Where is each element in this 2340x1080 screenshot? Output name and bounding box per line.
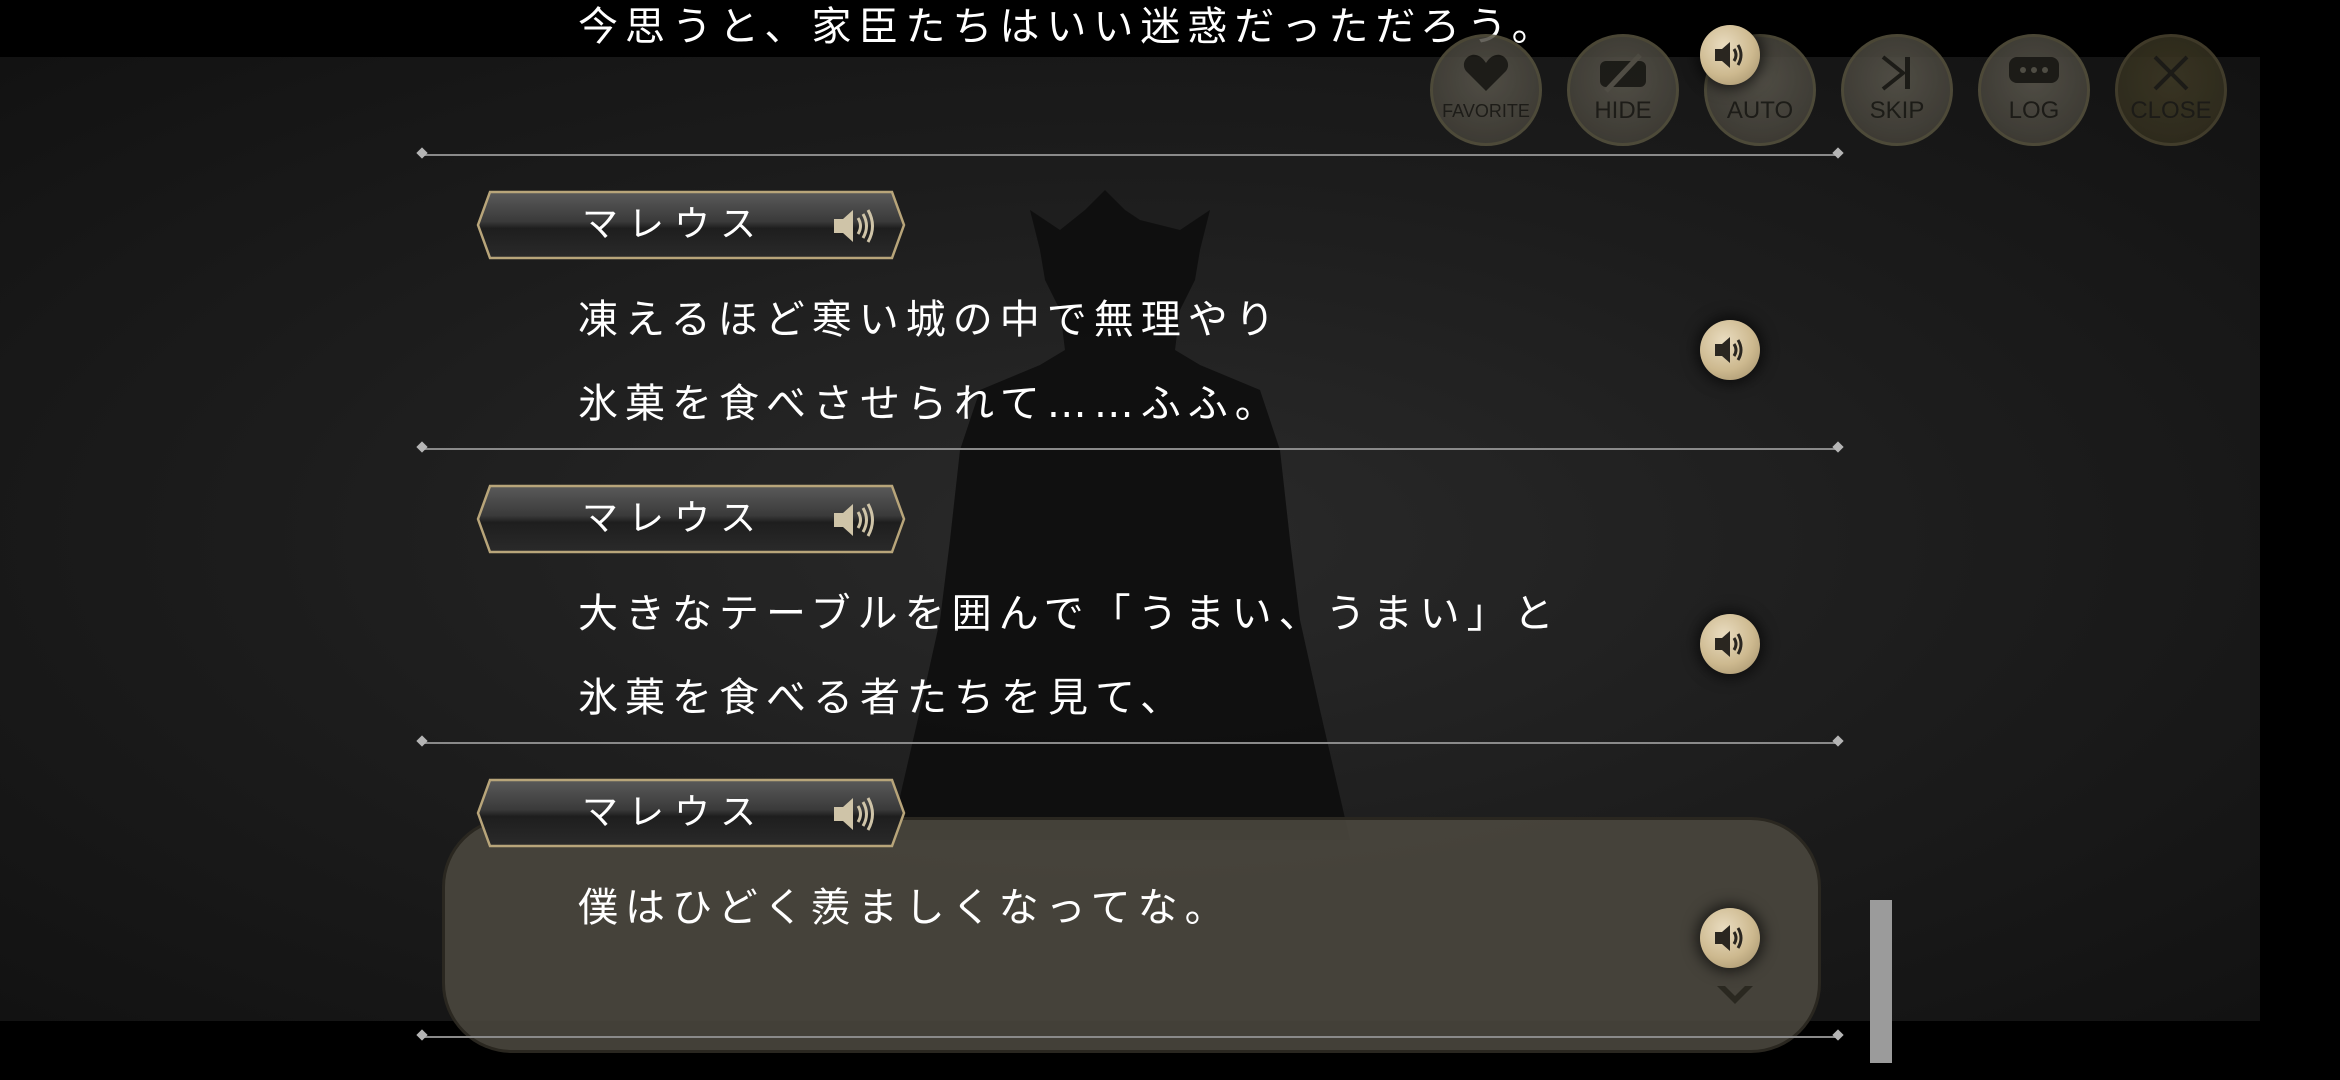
dialogue-text: 僕はひどく羨ましくなってな。: [578, 885, 1232, 931]
heart-icon: [1463, 54, 1509, 91]
entry-divider: [423, 742, 1837, 744]
skip-forward-icon: [1881, 55, 1910, 91]
close-button[interactable]: CLOSE: [2115, 34, 2227, 146]
close-label: CLOSE: [2130, 97, 2212, 124]
speaker-icon: [834, 209, 874, 243]
speaker-name: マレウス: [582, 498, 767, 539]
close-icon: [2153, 55, 2189, 91]
speaker-name-plate: マレウス: [476, 484, 906, 554]
speaker-name-plate: マレウス: [476, 190, 906, 260]
speaker-icon: [834, 797, 874, 831]
favorite-button[interactable]: FAVORITE: [1430, 34, 1542, 146]
chevron-down-icon: [1717, 986, 1753, 1004]
speaker-icon: [1715, 42, 1743, 68]
skip-label: SKIP: [1869, 97, 1925, 124]
speaker-icon: [1715, 631, 1743, 657]
speaker-icon: [1715, 925, 1743, 951]
skip-button[interactable]: SKIP: [1841, 34, 1953, 146]
backlog-screen: 今思うと、家臣たちはいい迷惑だっただろう。 FAVORITE HIDE AUTO…: [0, 0, 2340, 1080]
scrollbar-thumb[interactable]: [1870, 900, 1892, 1063]
auto-label: AUTO: [1726, 97, 1794, 124]
entry-divider: [423, 1036, 1837, 1038]
entry-divider: [423, 448, 1837, 450]
speaker-name-plate: マレウス: [476, 778, 906, 848]
speaker-name: マレウス: [582, 792, 767, 833]
chat-bubble-icon: [2009, 57, 2059, 83]
dialogue-text: 大きなテーブルを囲んで「うまい、うまい」と 氷菓を食べる者たちを見て、: [578, 591, 1561, 721]
log-label: LOG: [2008, 97, 2060, 124]
favorite-label: FAVORITE: [1442, 101, 1530, 121]
hide-button[interactable]: HIDE: [1567, 34, 1679, 146]
entry-divider: [423, 154, 1837, 156]
speaker-name: マレウス: [582, 204, 767, 245]
previous-dialogue-line: 今思うと、家臣たちはいい迷惑だっただろう。: [578, 4, 1559, 50]
previous-voice-replay-button[interactable]: [1700, 25, 1760, 85]
voice-replay-button[interactable]: [1700, 614, 1760, 674]
voice-replay-button[interactable]: [1700, 908, 1760, 968]
voice-replay-button[interactable]: [1700, 320, 1760, 380]
eye-slash-icon: [1600, 53, 1646, 93]
speaker-icon: [1715, 337, 1743, 363]
log-button[interactable]: LOG: [1978, 34, 2090, 146]
speaker-icon: [834, 503, 874, 537]
dialogue-text: 凍えるほど寒い城の中で無理やり 氷菓を食べさせられて……ふふ。: [578, 297, 1282, 427]
hide-label: HIDE: [1594, 97, 1652, 124]
